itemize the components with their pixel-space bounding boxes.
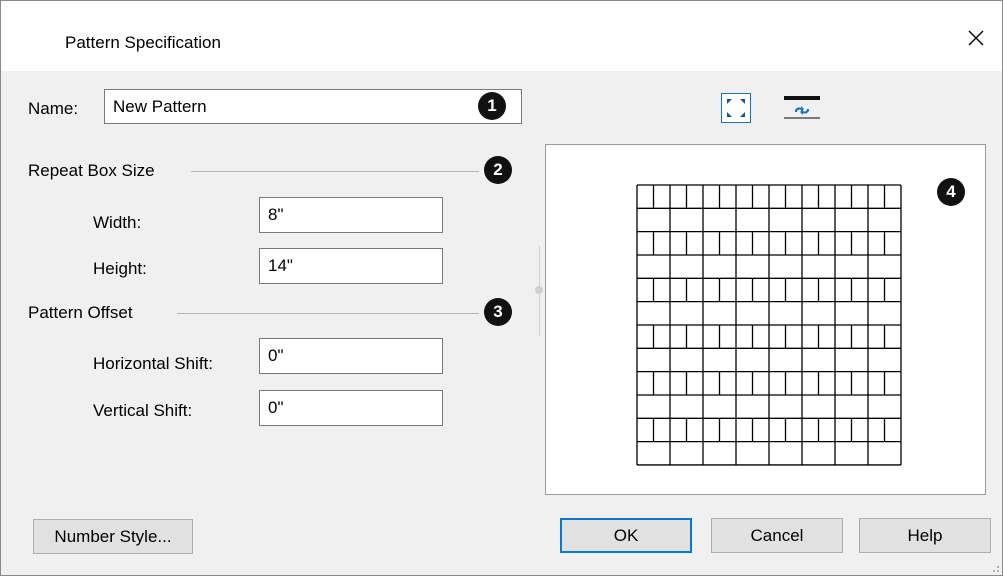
callout-badge-4: 4: [937, 178, 965, 206]
callout-badge-2: 2: [484, 156, 512, 184]
update-preview-button[interactable]: [783, 94, 821, 122]
update-preview-icon: [784, 96, 820, 119]
resize-grip-icon[interactable]: [988, 561, 1000, 573]
dialog-title: Pattern Specification: [65, 33, 221, 52]
pattern-specification-dialog: Pattern Specification Name: 1 Repeat Box…: [0, 0, 1003, 576]
horizontal-shift-input[interactable]: [259, 338, 443, 374]
repeat-box-size-heading: Repeat Box Size: [28, 161, 155, 180]
ok-button[interactable]: OK: [560, 518, 692, 553]
close-button[interactable]: [958, 23, 994, 53]
number-style-button[interactable]: Number Style...: [33, 519, 193, 554]
callout-badge-3: 3: [484, 298, 512, 326]
fill-window-icon: [721, 93, 751, 123]
horizontal-shift-label: Horizontal Shift:: [93, 354, 213, 373]
vertical-shift-input[interactable]: [259, 390, 443, 426]
pattern-offset-heading: Pattern Offset: [28, 303, 133, 322]
title-bar: Pattern Specification: [1, 1, 1002, 71]
pattern-offset-divider: [177, 313, 479, 314]
cancel-button[interactable]: Cancel: [711, 518, 843, 553]
height-label: Height:: [93, 259, 147, 278]
close-icon: [968, 30, 984, 46]
height-input[interactable]: [259, 248, 443, 284]
repeat-box-divider: [191, 171, 479, 172]
pattern-preview: 4: [545, 144, 986, 495]
name-input[interactable]: [104, 89, 522, 124]
fill-window-button[interactable]: [721, 93, 751, 123]
callout-badge-1: 1: [478, 92, 506, 120]
width-input[interactable]: [259, 197, 443, 233]
pattern-preview-drawing: [636, 184, 902, 466]
splitter-grip[interactable]: [535, 286, 543, 294]
width-label: Width:: [93, 213, 142, 232]
help-button[interactable]: Help: [859, 518, 991, 553]
name-label: Name:: [28, 99, 79, 118]
vertical-shift-label: Vertical Shift:: [93, 401, 193, 420]
